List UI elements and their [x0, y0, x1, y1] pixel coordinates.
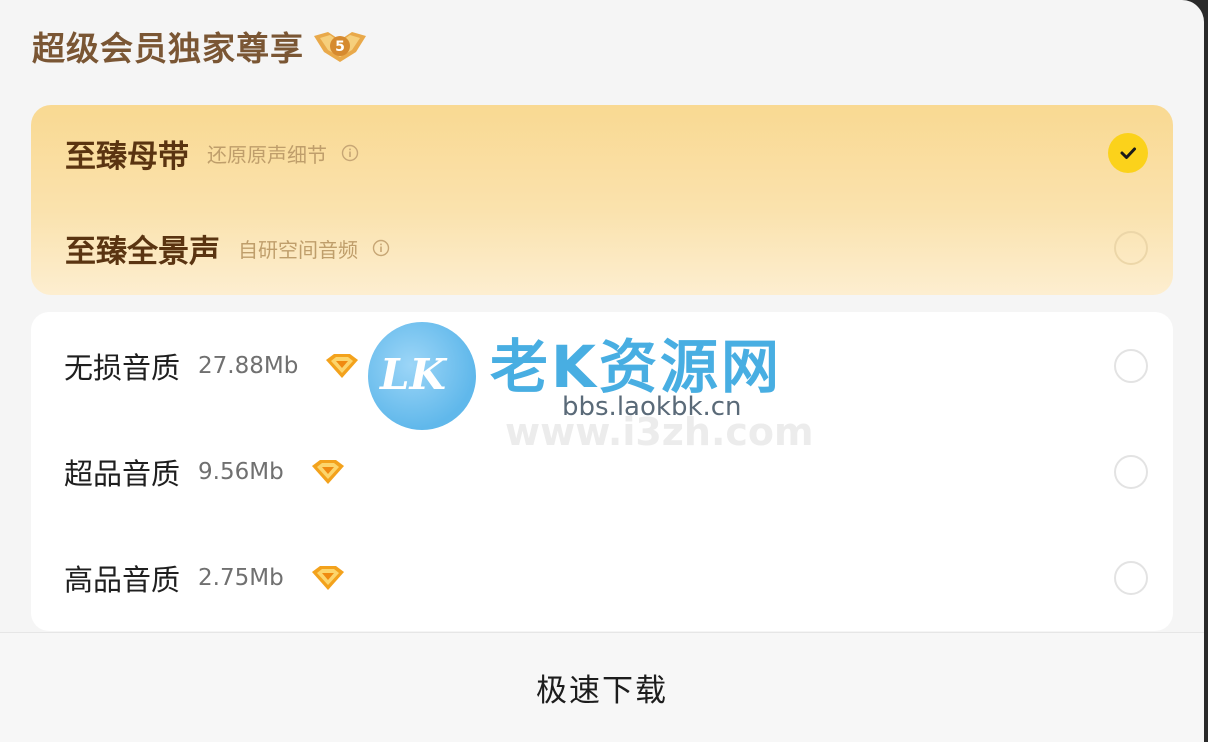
- badge-level-text: 5: [335, 39, 345, 55]
- quality-options-card: 无损音质 27.88Mb 超品音质 9.56Mb 高品音质 2.75Mb: [31, 312, 1173, 631]
- fast-download-button[interactable]: 极速下载: [536, 665, 668, 710]
- option-high-quality[interactable]: 高品音质 2.75Mb: [31, 552, 1173, 604]
- option-master-tape[interactable]: 至臻母带 还原原声细节: [31, 127, 1173, 179]
- check-icon: [1120, 147, 1136, 159]
- option-super-quality[interactable]: 超品音质 9.56Mb: [31, 446, 1173, 498]
- vip-diamond-icon: [311, 460, 344, 484]
- vip-diamond-icon: [311, 566, 344, 590]
- radio-selected[interactable]: [1108, 133, 1148, 173]
- option-size: 9.56Mb: [198, 459, 284, 485]
- option-subtitle: 自研空间音频: [238, 237, 358, 262]
- radio-unselected[interactable]: [1114, 349, 1148, 383]
- option-panoramic-sound[interactable]: 至臻全景声 自研空间音频: [31, 222, 1173, 274]
- download-quality-sheet: 超级会员独家尊享 5 至臻母带 还原原声细节 至臻全景声 自研空间音频 无损音质…: [0, 0, 1204, 742]
- option-name: 超品音质: [64, 457, 181, 491]
- svip-level-badge-icon: 5: [314, 32, 366, 62]
- option-size: 2.75Mb: [198, 565, 284, 591]
- option-lossless[interactable]: 无损音质 27.88Mb: [31, 340, 1173, 392]
- option-name: 无损音质: [64, 351, 181, 385]
- info-icon[interactable]: [372, 239, 390, 257]
- header: 超级会员独家尊享 5: [32, 22, 370, 70]
- page-title: 超级会员独家尊享: [32, 29, 304, 68]
- option-name: 至臻母带: [65, 138, 189, 175]
- premium-options-card: 至臻母带 还原原声细节 至臻全景声 自研空间音频: [31, 105, 1173, 295]
- footer-bar: 极速下载: [0, 632, 1204, 742]
- option-name: 高品音质: [64, 563, 181, 597]
- option-name: 至臻全景声: [65, 233, 220, 270]
- radio-unselected[interactable]: [1114, 455, 1148, 489]
- info-icon[interactable]: [341, 144, 359, 162]
- radio-unselected[interactable]: [1114, 231, 1148, 265]
- option-subtitle: 还原原声细节: [207, 142, 327, 167]
- option-size: 27.88Mb: [198, 353, 299, 379]
- vip-diamond-icon: [326, 354, 359, 378]
- radio-unselected[interactable]: [1114, 561, 1148, 595]
